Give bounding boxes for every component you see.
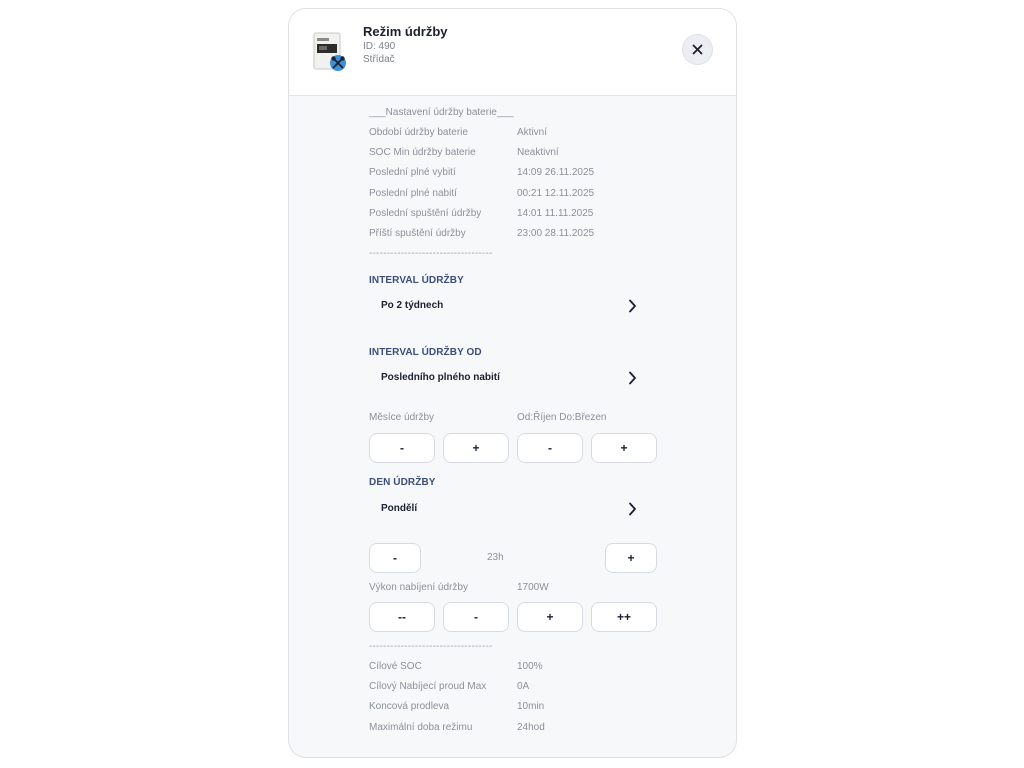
device-id: ID: 490: [363, 41, 396, 52]
target-soc-value: 100%: [517, 661, 543, 672]
separator-top: -----------------------------------: [369, 248, 493, 259]
last-full-discharge-label: Poslední plné vybití: [369, 167, 456, 178]
months-end-decrease-button[interactable]: -: [517, 433, 583, 463]
target-charge-current-value: 0A: [517, 681, 530, 692]
hour-decrease-button[interactable]: -: [369, 543, 421, 573]
device-type: Střídač: [363, 54, 395, 65]
hour-value: 23h: [487, 552, 504, 563]
power-increase-button[interactable]: +: [517, 602, 583, 632]
hour-increase-button[interactable]: +: [605, 543, 657, 573]
months-start-decrease-button[interactable]: -: [369, 433, 435, 463]
battery-settings-heading: ___Nastavení údržby baterie___: [369, 107, 514, 118]
next-maintenance-start-value: 23:00 28.11.2025: [517, 228, 595, 239]
chevron-right-icon: [629, 502, 636, 516]
power-increase-large-button[interactable]: ++: [591, 602, 657, 632]
end-delay-label: Koncová prodleva: [369, 701, 450, 712]
maintenance-months-value: Od:Říjen Do:Březen: [517, 412, 607, 423]
interval-section-title: INTERVAL ÚDRŽBY: [369, 275, 464, 286]
soc-min-label: SOC Min údržby baterie: [369, 147, 476, 158]
dialog-header: Režim údržby ID: 490 Střídač: [289, 9, 736, 96]
last-full-discharge-value: 14:09 26.11.2025: [517, 167, 595, 178]
close-button[interactable]: [682, 34, 713, 65]
power-decrease-large-button[interactable]: --: [369, 602, 435, 632]
end-delay-value: 10min: [517, 701, 545, 712]
max-mode-duration-value: 24hod: [517, 722, 545, 733]
last-full-charge-label: Poslední plné nabití: [369, 188, 457, 199]
day-select[interactable]: Pondělí: [369, 498, 649, 520]
months-start-increase-button[interactable]: +: [443, 433, 509, 463]
next-maintenance-start-label: Příští spuštění údržby: [369, 228, 466, 239]
target-charge-current-label: Cílový Nabíjecí proud Max: [369, 681, 487, 692]
interval-select-value: Po 2 týdnech: [381, 300, 444, 311]
interval-from-select[interactable]: Posledního plného nabití: [369, 367, 649, 389]
close-icon: [692, 44, 703, 55]
interval-from-section-title: INTERVAL ÚDRŽBY OD: [369, 347, 482, 358]
battery-period-value: Aktivní: [517, 127, 548, 138]
maintenance-months-label: Měsíce údržby: [369, 412, 435, 423]
separator-bottom: -----------------------------------: [369, 641, 493, 652]
interval-select[interactable]: Po 2 týdnech: [369, 295, 649, 317]
dialog-title: Režim údržby: [363, 24, 448, 39]
chevron-right-icon: [629, 299, 636, 313]
target-soc-label: Cílové SOC: [369, 661, 422, 672]
inverter-maintenance-icon: [313, 32, 347, 72]
power-decrease-button[interactable]: -: [443, 602, 509, 632]
day-section-title: DEN ÚDRŽBY: [369, 477, 436, 488]
charging-power-value: 1700W: [517, 582, 549, 593]
last-maintenance-start-value: 14:01 11.11.2025: [517, 208, 594, 219]
last-maintenance-start-label: Poslední spuštění údržby: [369, 208, 482, 219]
months-end-increase-button[interactable]: +: [591, 433, 657, 463]
last-full-charge-value: 00:21 12.11.2025: [517, 188, 595, 199]
charging-power-label: Výkon nabíjení údržby: [369, 582, 468, 593]
max-mode-duration-label: Maximální doba režimu: [369, 722, 473, 733]
interval-from-select-value: Posledního plného nabití: [381, 372, 500, 383]
maintenance-mode-dialog: Režim údržby ID: 490 Střídač ___Nastaven…: [288, 8, 737, 758]
chevron-right-icon: [629, 371, 636, 385]
soc-min-value: Neaktivní: [517, 147, 559, 158]
battery-period-label: Období údržby baterie: [369, 127, 468, 138]
day-select-value: Pondělí: [381, 503, 418, 514]
